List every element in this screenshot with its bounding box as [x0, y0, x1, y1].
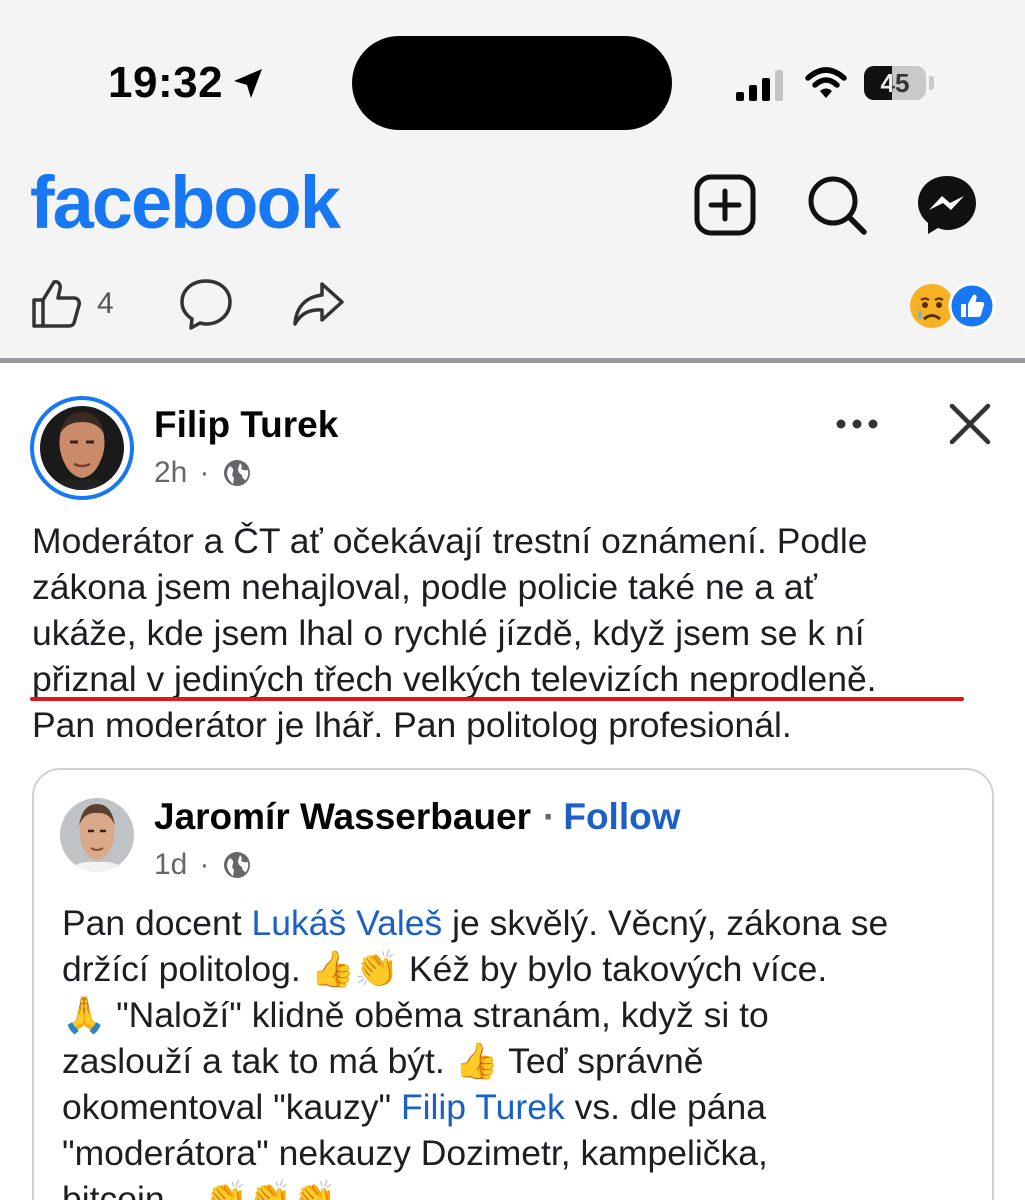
- text-segment: Pan docent: [62, 903, 252, 943]
- post-line: ukáže, kde jsem lhal o rychlé jízdě, kdy…: [32, 613, 865, 653]
- post-body: Moderátor a ČT ať očekávají trestní ozná…: [32, 518, 1012, 748]
- messenger-icon[interactable]: [914, 172, 980, 238]
- shared-author-avatar[interactable]: [60, 798, 134, 872]
- post-author-name[interactable]: Filip Turek: [154, 404, 338, 446]
- facebook-logo[interactable]: facebook: [30, 160, 341, 245]
- shared-post-meta: 1d ·: [154, 848, 253, 882]
- meta-separator: ·: [199, 848, 210, 881]
- post-time[interactable]: 2h: [154, 456, 187, 490]
- mention-link[interactable]: Lukáš Valeš: [251, 903, 442, 943]
- post-meta: 2h ·: [154, 456, 253, 490]
- shared-line: "moderátora" nekauzy Dozimetr, kampeličk…: [62, 1133, 768, 1173]
- avatar-photo: [40, 406, 124, 490]
- shared-author-row: Jaromír Wasserbauer · Follow: [154, 796, 681, 838]
- wifi-icon: [805, 67, 847, 98]
- meta-separator: ·: [199, 456, 210, 489]
- author-avatar[interactable]: [30, 396, 134, 500]
- close-icon[interactable]: [944, 398, 996, 450]
- more-options-icon[interactable]: [832, 404, 882, 444]
- reaction-summary[interactable]: [908, 282, 998, 332]
- shared-author-name[interactable]: Jaromír Wasserbauer: [154, 796, 531, 837]
- shared-post-body: Pan docent Lukáš Valeš je skvělý. Věcný,…: [62, 900, 992, 1200]
- post-line: Pan moderátor je lhář. Pan politolog pro…: [32, 705, 792, 745]
- search-icon[interactable]: [804, 172, 870, 238]
- shared-post-time[interactable]: 1d: [154, 848, 187, 882]
- follow-button[interactable]: Follow: [563, 796, 680, 837]
- like-icon[interactable]: [28, 276, 84, 332]
- like-reaction-icon: [948, 282, 996, 330]
- battery-cap: [929, 76, 934, 90]
- shared-line: bitcoin... 👏👏👏: [62, 1179, 337, 1200]
- cellular-signal-icon: [736, 70, 783, 101]
- globe-icon: [224, 852, 251, 878]
- status-time: 19:32: [108, 58, 224, 107]
- shared-line: okomentoval "kauzy" Filip Turek vs. dle …: [62, 1084, 992, 1130]
- follow-separator: ·: [543, 796, 556, 837]
- shared-line: zaslouží a tak to má být. 👍 Teď správně: [62, 1041, 704, 1081]
- mention-link[interactable]: Filip Turek: [401, 1087, 565, 1127]
- battery-indicator: 45: [864, 66, 926, 100]
- dynamic-island: [352, 36, 672, 130]
- location-arrow-icon: [234, 69, 262, 98]
- shared-line: Pan docent Lukáš Valeš je skvělý. Věcný,…: [62, 900, 992, 946]
- shared-line: držící politolog. 👍👏 Kéž by bylo takovýc…: [62, 949, 828, 989]
- battery-percent: 45: [880, 68, 910, 98]
- red-underline-annotation: [30, 697, 964, 701]
- plus-square-icon[interactable]: [692, 172, 758, 238]
- shared-line: 🙏 "Naloží" klidně oběma stranám, když si…: [62, 995, 769, 1035]
- text-segment: okomentoval "kauzy": [62, 1087, 401, 1127]
- share-icon[interactable]: [290, 276, 346, 332]
- comment-icon[interactable]: [178, 276, 234, 332]
- post-line: přiznal v jediných třech velkých televiz…: [32, 659, 877, 699]
- post-line: Moderátor a ČT ať očekávají trestní ozná…: [32, 521, 868, 561]
- text-segment: vs. dle pána: [564, 1087, 767, 1127]
- text-segment: je skvělý. Věcný, zákona se: [442, 903, 889, 943]
- status-bar: 19:32 45: [0, 0, 1025, 150]
- like-count: 4: [97, 287, 114, 320]
- globe-icon: [224, 460, 251, 486]
- post-line: zákona jsem nehajloval, podle policie ta…: [32, 567, 817, 607]
